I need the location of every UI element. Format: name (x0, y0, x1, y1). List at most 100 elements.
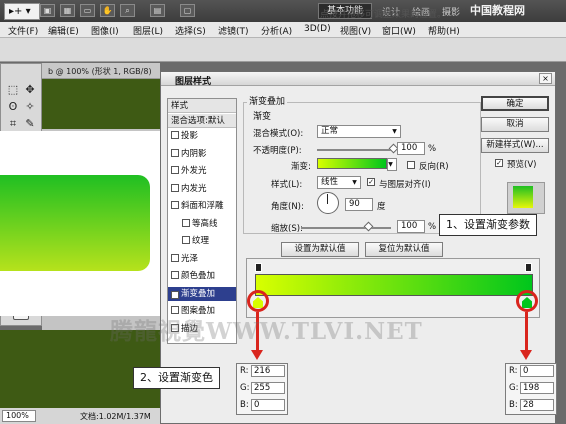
style-item[interactable]: 外发光 (168, 164, 236, 178)
blending-options-item[interactable]: 混合选项:默认 (168, 114, 236, 128)
ok-button[interactable]: 确定 (481, 96, 549, 111)
opacity-label: 不透明度(P): (253, 146, 302, 156)
style-item[interactable]: 颜色叠加 (168, 269, 236, 283)
menu-image[interactable]: 图像(I) (91, 24, 119, 37)
g-label: G: (240, 383, 250, 393)
menu-filter[interactable]: 滤镜(T) (218, 24, 249, 37)
style-item-checkbox[interactable] (171, 131, 179, 139)
angle-dial-needle (327, 194, 328, 204)
style-item[interactable]: 内发光 (168, 182, 236, 196)
menu-3d[interactable]: 3D(D) (304, 24, 331, 34)
document-size-info: 文档:1.02M/1.37M (80, 412, 151, 421)
magic-wand-tool-icon[interactable]: ✧ (22, 99, 38, 114)
menu-help[interactable]: 帮助(H) (428, 24, 460, 37)
style-item-checkbox[interactable] (182, 218, 190, 227)
menu-layer[interactable]: 图层(L) (133, 24, 163, 37)
style-item-checkbox[interactable] (171, 148, 179, 157)
arrange-documents-icon[interactable]: ▤ (150, 4, 165, 17)
style-item[interactable]: 光泽 (168, 252, 236, 266)
style-item-checkbox[interactable] (171, 201, 179, 209)
eyedropper-tool-icon[interactable]: ✎ (22, 116, 38, 131)
menu-view[interactable]: 视图(V) (340, 24, 371, 37)
gradient-ramp[interactable] (255, 274, 533, 296)
blend-mode-label: 混合模式(O): (253, 129, 304, 139)
subgroup-title: 渐变 (253, 112, 272, 122)
zoom-icon[interactable]: ⌕ (120, 4, 135, 17)
style-item-checkbox[interactable] (171, 271, 179, 279)
zoom-field[interactable]: 100% (2, 410, 36, 422)
style-item-label: 内发光 (181, 183, 207, 194)
cancel-button[interactable]: 取消 (481, 117, 549, 132)
style-item-label: 斜面和浮雕 (181, 201, 224, 211)
gradient-dropdown[interactable]: ▼ (387, 158, 397, 171)
style-item-label: 渐变叠加 (181, 288, 216, 299)
hand-tool-icon[interactable]: ✋ (100, 4, 115, 17)
r-label: R: (240, 366, 249, 376)
scale-slider[interactable] (301, 227, 391, 229)
dialog-title: 图层样式 (175, 77, 212, 87)
scale-input[interactable]: 100 (397, 220, 425, 233)
screen-mode-icon[interactable]: ▢ (180, 4, 195, 17)
style-item-checkbox[interactable] (171, 166, 179, 174)
minibridge-icon[interactable]: ▦ (60, 4, 75, 17)
style-item-checkbox[interactable]: ✓ (171, 290, 179, 299)
preview-label: 预览(V) (507, 160, 537, 170)
style-item-label: 等高线 (192, 218, 218, 229)
right-r-input[interactable]: 0 (520, 365, 554, 377)
style-item[interactable]: 等高线 (168, 217, 236, 231)
style-item-checkbox[interactable] (171, 253, 179, 262)
menu-window[interactable]: 窗口(W) (382, 24, 416, 37)
menu-file[interactable]: 文件(F) (8, 24, 38, 37)
right-g-input[interactable]: 198 (520, 382, 554, 394)
marquee-tool-icon[interactable]: ⬚ (5, 82, 21, 97)
opacity-stop-left[interactable] (255, 263, 262, 272)
style-item[interactable]: 斜面和浮雕 (168, 199, 236, 213)
angle-dial[interactable] (317, 192, 339, 214)
opacity-slider[interactable] (317, 149, 395, 151)
gradient-label: 渐变: (291, 162, 311, 172)
align-with-layer-checkbox[interactable]: ✓ (367, 178, 375, 186)
styles-header[interactable]: 样式 (168, 99, 236, 113)
style-item[interactable]: ✓ 渐变叠加 (168, 286, 236, 301)
right-b-input[interactable]: 28 (520, 399, 554, 411)
opacity-input[interactable]: 100 (397, 142, 425, 155)
style-item[interactable]: 纹理 (168, 234, 236, 248)
menu-bar: 文件(F) 编辑(E) 图像(I) 图层(L) 选择(S) 滤镜(T) 分析(A… (0, 22, 566, 38)
style-item-label: 光泽 (181, 253, 199, 264)
dialog-titlebar[interactable] (161, 72, 555, 86)
new-style-button[interactable]: 新建样式(W)... (481, 138, 549, 153)
preview-checkbox[interactable]: ✓ (495, 159, 503, 167)
style-item-checkbox[interactable] (171, 183, 179, 192)
style-item[interactable]: 投影 (168, 129, 236, 143)
left-b-input[interactable]: 0 (251, 399, 285, 411)
style-item[interactable]: 内阴影 (168, 147, 236, 161)
lasso-tool-icon[interactable]: ʘ (5, 99, 21, 114)
tlvi-watermark: 腾龍視覺WWW.TLVI.NET (110, 318, 423, 345)
gradient-style-select[interactable]: 线性 ▼ (317, 176, 361, 189)
scale-label: 缩放(S): (271, 224, 303, 234)
make-default-button[interactable]: 设置为默认值 (281, 242, 359, 257)
reset-default-button[interactable]: 复位为默认值 (365, 242, 443, 257)
document-tab[interactable]: b @ 100% (形状 1, RGB/8) (42, 63, 160, 79)
reverse-checkbox[interactable] (407, 161, 415, 169)
blend-mode-value: 正常 (321, 126, 339, 136)
left-g-input[interactable]: 255 (251, 382, 285, 394)
styles-list: 样式 混合选项:默认 投影内阴影外发光内发光斜面和浮雕等高线纹理光泽颜色叠加 ✓ 渐… (167, 98, 237, 344)
zoom-level-icon[interactable]: ▭ (80, 4, 95, 17)
gradient-shape-layer[interactable] (0, 175, 150, 271)
move-tool-icon[interactable]: ✥ (22, 82, 38, 97)
gradient-picker-swatch[interactable] (317, 158, 387, 169)
opacity-stop-right[interactable] (525, 263, 532, 272)
close-icon[interactable]: × (539, 73, 552, 84)
menu-select[interactable]: 选择(S) (175, 24, 206, 37)
left-r-input[interactable]: 216 (251, 365, 285, 377)
crop-tool-icon[interactable]: ⌗ (5, 116, 21, 131)
bridge-icon[interactable]: ▣ (40, 4, 55, 17)
angle-input[interactable]: 90 (345, 198, 373, 211)
menu-analysis[interactable]: 分析(A) (261, 24, 292, 37)
tool-preset-picker[interactable]: ▸+ ▾ (4, 3, 40, 20)
style-item-checkbox[interactable] (182, 236, 190, 244)
arrow-head-right (520, 350, 532, 360)
menu-edit[interactable]: 编辑(E) (48, 24, 79, 37)
blend-mode-select[interactable]: 正常 ▼ (317, 125, 401, 138)
